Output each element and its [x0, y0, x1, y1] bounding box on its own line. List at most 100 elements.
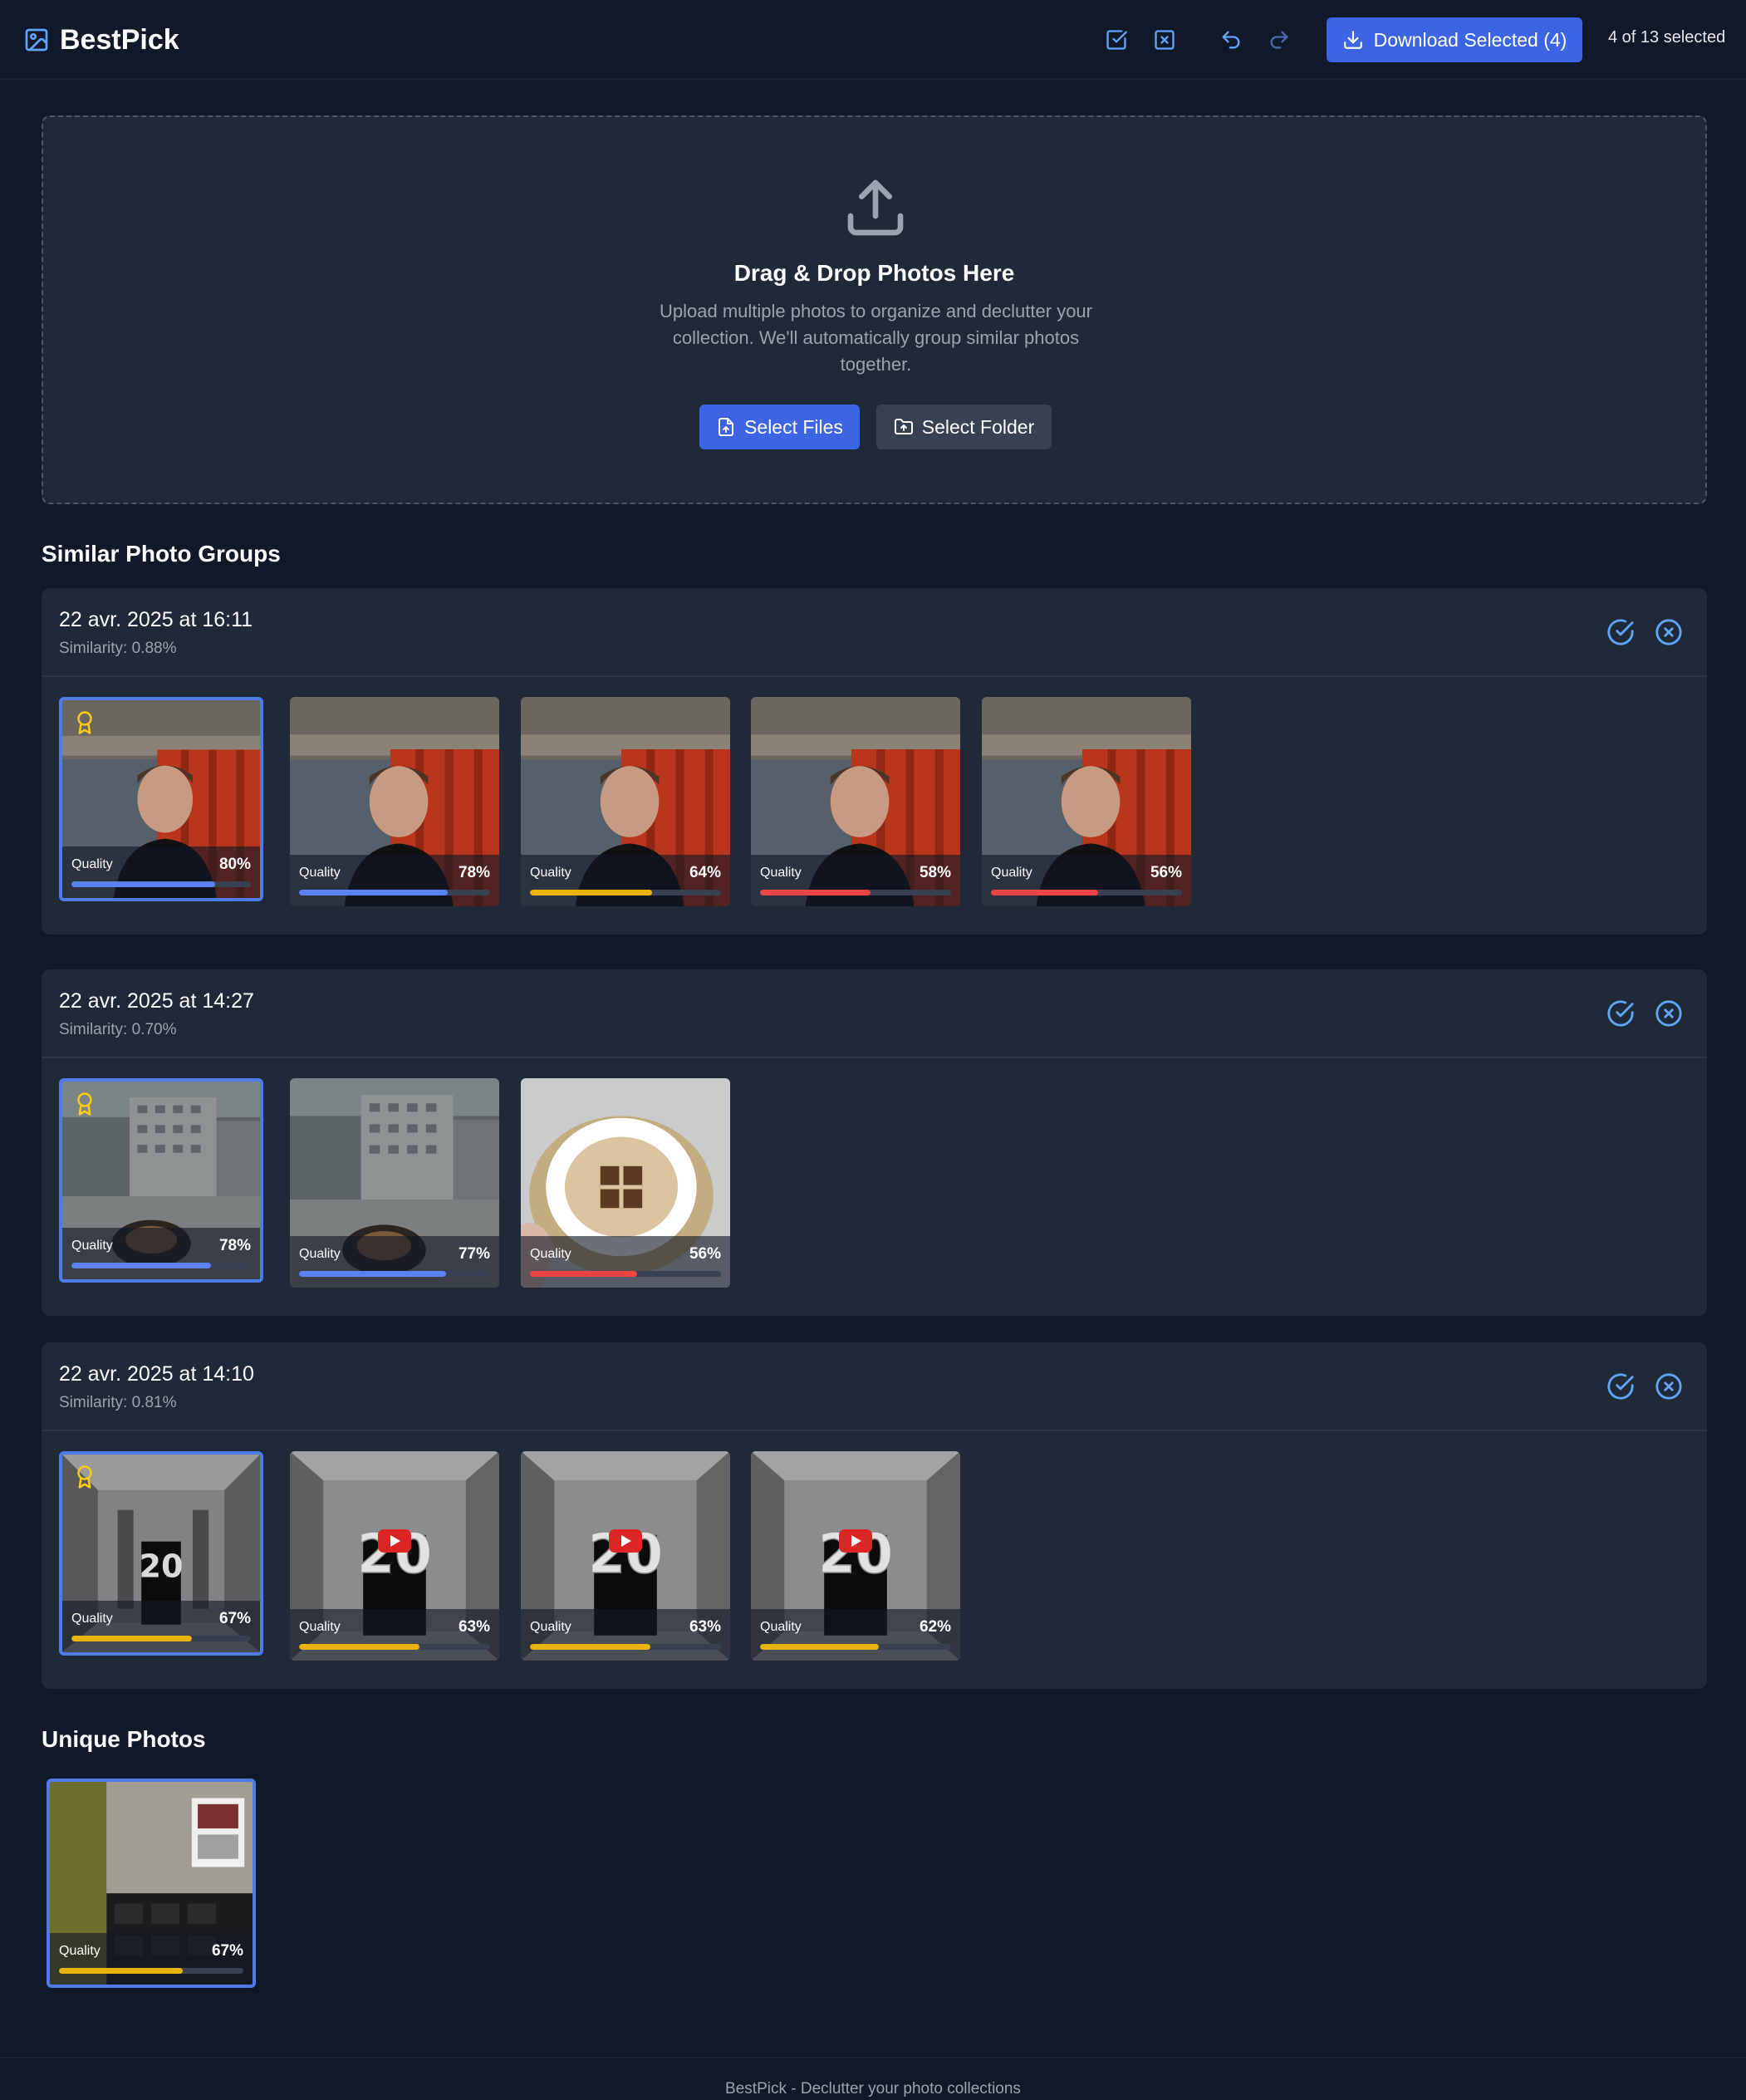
deselect-all-button[interactable] [1150, 25, 1180, 55]
quality-label: Quality [530, 866, 571, 880]
award-icon [77, 1092, 92, 1116]
quality-bar-fill [760, 1644, 879, 1650]
group-select-all-button[interactable] [1606, 1372, 1635, 1401]
select-files-button[interactable]: Select Files [699, 405, 860, 449]
quality-value: 56% [1150, 864, 1182, 881]
quality-label: Quality [299, 866, 341, 880]
award-icon [77, 1465, 92, 1489]
unique-photos-title: Unique Photos [42, 1726, 206, 1752]
select-folder-button[interactable]: Select Folder [876, 405, 1052, 449]
quality-label: Quality [760, 1620, 802, 1634]
dropzone-title: Drag & Drop Photos Here [733, 260, 1015, 286]
similar-groups-title: Similar Photo Groups [42, 541, 281, 567]
redo-button[interactable] [1264, 25, 1294, 55]
quality-bar-fill [991, 890, 1098, 895]
quality-bar-fill [59, 1968, 183, 1974]
quality-overlay: Quality 67% [62, 1601, 260, 1652]
photo-thumbnail[interactable]: 20 Quality 63% [290, 1451, 499, 1661]
quality-label: Quality [299, 1620, 341, 1634]
selection-count: 4 of 13 selected [1608, 28, 1726, 47]
quality-value: 67% [218, 1610, 251, 1627]
quality-bar [991, 890, 1182, 895]
quality-bar [530, 1271, 721, 1277]
quality-overlay: Quality 63% [290, 1609, 499, 1661]
photo-thumbnail[interactable]: Quality 80% [59, 697, 263, 901]
group-deselect-all-button[interactable] [1655, 618, 1683, 646]
photo-thumbnail[interactable]: Quality 56% [521, 1078, 730, 1288]
group-deselect-all-button[interactable] [1655, 999, 1683, 1028]
quality-bar-fill [530, 1271, 637, 1277]
quality-label: Quality [71, 1612, 113, 1626]
photo-thumbnail[interactable]: Quality 78% [290, 697, 499, 906]
photo-thumbnail[interactable]: 20 Quality 62% [751, 1451, 960, 1661]
quality-overlay: Quality 56% [982, 855, 1191, 906]
photo-thumbnail[interactable]: Quality 58% [751, 697, 960, 906]
folder-up-icon [894, 419, 913, 434]
play-icon [378, 1529, 411, 1553]
award-icon [77, 711, 92, 734]
select-folder-label: Select Folder [921, 415, 1035, 438]
quality-value: 56% [689, 1245, 721, 1263]
quality-overlay: Quality 67% [50, 1933, 253, 1985]
dropzone-subtitle: Upload multiple photos to organize and d… [660, 301, 1092, 375]
download-icon [1343, 31, 1362, 49]
quality-label: Quality [71, 1239, 113, 1253]
group-deselect-all-button[interactable] [1655, 1372, 1683, 1401]
quality-label: Quality [530, 1247, 571, 1261]
quality-bar [299, 1271, 490, 1277]
quality-bar [71, 1636, 251, 1641]
quality-value: 63% [689, 1618, 721, 1636]
quality-bar-fill [71, 1263, 212, 1268]
quality-overlay: Quality 77% [290, 1236, 499, 1288]
quality-label: Quality [760, 866, 802, 880]
quality-value: 78% [218, 1237, 251, 1254]
quality-bar-fill [299, 890, 449, 895]
quality-label: Quality [59, 1944, 101, 1958]
check-square-icon [1106, 30, 1127, 50]
photo-dropzone[interactable]: Drag & Drop Photos Here Upload multiple … [42, 115, 1707, 504]
quality-bar [530, 890, 721, 895]
photo-thumbnail[interactable]: 20 Quality 63% [521, 1451, 730, 1661]
group-select-all-button[interactable] [1606, 618, 1635, 646]
play-icon [609, 1529, 642, 1553]
undo-button[interactable] [1216, 25, 1246, 55]
photo-group: 22 avr. 2025 at 14:27 Similarity: 0.70% … [42, 969, 1707, 1316]
quality-bar [530, 1644, 721, 1650]
footer-text: BestPick - Declutter your photo collecti… [725, 2080, 1021, 2098]
group-date: 22 avr. 2025 at 16:11 [59, 608, 253, 631]
quality-value: 80% [218, 856, 251, 873]
app-title: BestPick [60, 23, 179, 56]
quality-overlay: Quality 80% [62, 846, 260, 898]
quality-value: 78% [458, 864, 490, 881]
undo-icon [1222, 31, 1240, 49]
quality-bar-fill [71, 881, 215, 887]
quality-value: 64% [689, 864, 721, 881]
quality-value: 58% [919, 864, 951, 881]
download-selected-button[interactable]: Download Selected (4) [1327, 17, 1582, 62]
photo-thumbnail[interactable]: Quality 67% [47, 1779, 256, 1988]
quality-value: 77% [458, 1245, 490, 1263]
photo-thumbnail[interactable]: Quality 56% [982, 697, 1191, 906]
photo-thumbnail[interactable]: Quality 78% [59, 1078, 263, 1283]
photo-group: 22 avr. 2025 at 16:11 Similarity: 0.88% … [42, 588, 1707, 935]
select-all-button[interactable] [1101, 25, 1131, 55]
check-circle-icon [1607, 1000, 1634, 1027]
play-icon [839, 1529, 872, 1553]
quality-label: Quality [299, 1247, 341, 1261]
photo-group: 22 avr. 2025 at 14:10 Similarity: 0.81% … [42, 1342, 1707, 1689]
quality-bar [59, 1968, 243, 1974]
quality-bar-fill [299, 1644, 419, 1650]
brand: BestPick [23, 22, 179, 58]
quality-bar-fill [760, 890, 871, 895]
photo-thumbnail[interactable]: Quality 77% [290, 1078, 499, 1288]
group-date: 22 avr. 2025 at 14:10 [59, 1362, 254, 1386]
group-select-all-button[interactable] [1606, 999, 1635, 1028]
x-circle-icon [1655, 1373, 1682, 1400]
group-header: 22 avr. 2025 at 14:10 Similarity: 0.81% [42, 1342, 1707, 1431]
quality-bar-fill [530, 890, 653, 895]
quality-bar [760, 890, 951, 895]
photo-thumbnail[interactable]: 20 Quality 67% [59, 1451, 263, 1656]
photo-thumbnail[interactable]: Quality 64% [521, 697, 730, 906]
quality-overlay: Quality 62% [751, 1609, 960, 1661]
quality-bar-fill [299, 1271, 447, 1277]
